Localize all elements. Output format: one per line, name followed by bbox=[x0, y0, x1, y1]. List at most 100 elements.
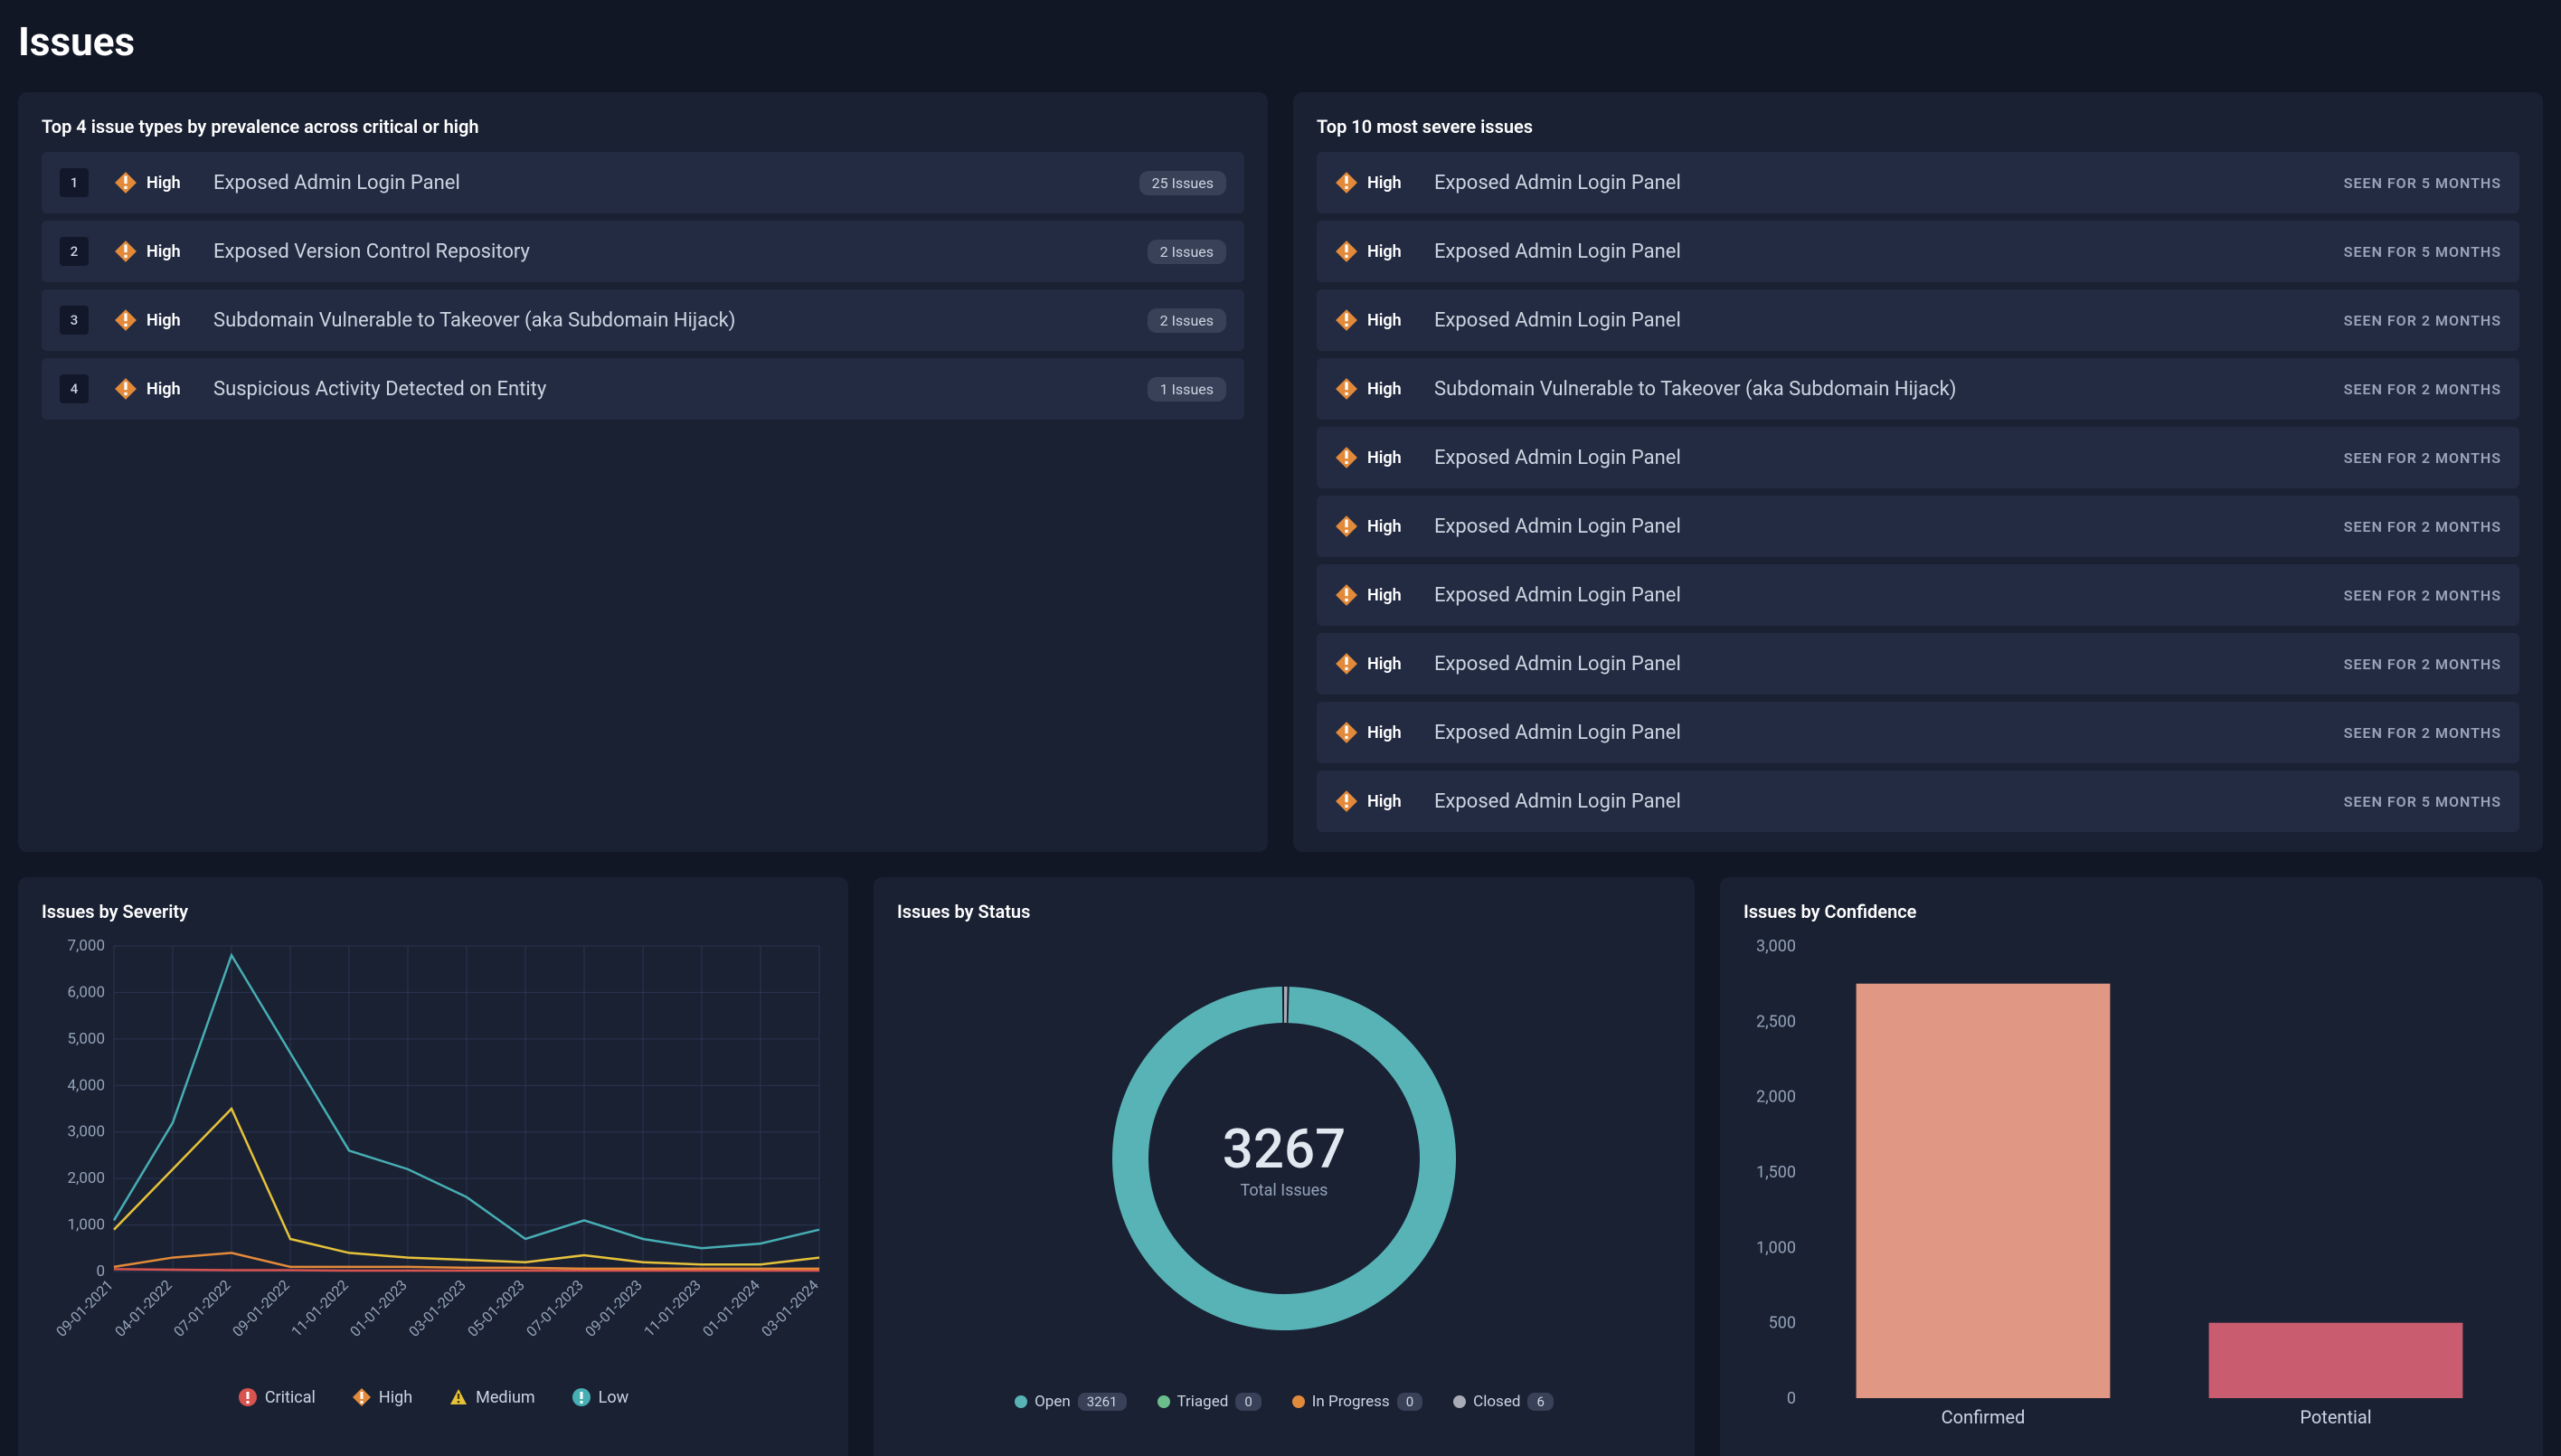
svg-text:09-01-2022: 09-01-2022 bbox=[229, 1276, 293, 1340]
severe-issue-row[interactable]: High Exposed Admin Login Panel SEEN FOR … bbox=[1317, 771, 2519, 832]
svg-text:07-01-2022: 07-01-2022 bbox=[170, 1276, 234, 1340]
high-icon bbox=[1335, 789, 1358, 813]
high-icon bbox=[352, 1387, 372, 1407]
rank-badge: 1 bbox=[60, 168, 89, 197]
severe-issue-name: Exposed Admin Login Panel bbox=[1434, 447, 2344, 469]
legend-low[interactable]: Low bbox=[572, 1387, 629, 1407]
seen-for-label: SEEN FOR 2 MONTHS bbox=[2344, 587, 2501, 604]
issue-count-badge: 2 Issues bbox=[1148, 240, 1226, 264]
svg-text:03-01-2023: 03-01-2023 bbox=[405, 1276, 469, 1340]
svg-text:5,000: 5,000 bbox=[67, 1030, 105, 1048]
legend-high[interactable]: High bbox=[352, 1387, 412, 1407]
severity-label: High bbox=[1367, 311, 1413, 330]
issues-by-confidence-title: Issues by Confidence bbox=[1744, 901, 2519, 922]
severe-issue-name: Exposed Admin Login Panel bbox=[1434, 309, 2344, 332]
svg-text:1,000: 1,000 bbox=[1756, 1238, 1796, 1257]
issues-by-severity-title: Issues by Severity bbox=[42, 901, 825, 922]
high-icon bbox=[114, 240, 137, 263]
severity-label: High bbox=[146, 242, 192, 261]
svg-text:2,500: 2,500 bbox=[1756, 1012, 1796, 1031]
issue-type-name: Subdomain Vulnerable to Takeover (aka Su… bbox=[213, 309, 1148, 332]
severe-issue-row[interactable]: High Subdomain Vulnerable to Takeover (a… bbox=[1317, 358, 2519, 420]
svg-text:09-01-2023: 09-01-2023 bbox=[581, 1276, 646, 1340]
svg-text:2,000: 2,000 bbox=[1756, 1088, 1796, 1107]
severity-label: High bbox=[1367, 174, 1413, 193]
seen-for-label: SEEN FOR 2 MONTHS bbox=[2344, 518, 2501, 535]
issue-type-name: Exposed Admin Login Panel bbox=[213, 172, 1139, 194]
severe-issue-row[interactable]: High Exposed Admin Login Panel SEEN FOR … bbox=[1317, 221, 2519, 282]
svg-text:1,500: 1,500 bbox=[1756, 1163, 1796, 1182]
svg-text:11-01-2022: 11-01-2022 bbox=[288, 1276, 352, 1340]
high-icon bbox=[1335, 377, 1358, 401]
legend-dot bbox=[1292, 1395, 1305, 1408]
severity-line-chart: 01,0002,0003,0004,0005,0006,0007,00009-0… bbox=[42, 937, 828, 1371]
severe-issue-name: Exposed Admin Login Panel bbox=[1434, 722, 2344, 744]
severe-issue-row[interactable]: High Exposed Admin Login Panel SEEN FOR … bbox=[1317, 427, 2519, 488]
severe-issue-row[interactable]: High Exposed Admin Login Panel SEEN FOR … bbox=[1317, 289, 2519, 351]
severe-issue-row[interactable]: High Exposed Admin Login Panel SEEN FOR … bbox=[1317, 633, 2519, 695]
svg-text:11-01-2023: 11-01-2023 bbox=[640, 1276, 704, 1340]
severe-issue-row[interactable]: High Exposed Admin Login Panel SEEN FOR … bbox=[1317, 152, 2519, 213]
legend-label: Triaged bbox=[1177, 1393, 1229, 1411]
legend-label: Closed bbox=[1473, 1393, 1520, 1411]
status-legend-item[interactable]: In Progress 0 bbox=[1292, 1393, 1422, 1411]
high-icon bbox=[1335, 308, 1358, 332]
legend-label: Open bbox=[1035, 1393, 1071, 1411]
severe-issue-row[interactable]: High Exposed Admin Login Panel SEEN FOR … bbox=[1317, 496, 2519, 557]
severity-label: High bbox=[146, 380, 192, 399]
high-icon bbox=[114, 377, 137, 401]
severe-issue-row[interactable]: High Exposed Admin Login Panel SEEN FOR … bbox=[1317, 564, 2519, 626]
top-severe-panel: Top 10 most severe issues High Exposed A… bbox=[1293, 92, 2543, 852]
severe-issue-name: Exposed Admin Login Panel bbox=[1434, 584, 2344, 607]
issue-type-name: Suspicious Activity Detected on Entity bbox=[213, 378, 1148, 401]
severity-label: High bbox=[1367, 723, 1413, 742]
legend-dot bbox=[1158, 1395, 1170, 1408]
seen-for-label: SEEN FOR 2 MONTHS bbox=[2344, 449, 2501, 467]
svg-text:01-01-2023: 01-01-2023 bbox=[346, 1276, 411, 1340]
legend-label: In Progress bbox=[1312, 1393, 1390, 1411]
svg-text:3,000: 3,000 bbox=[67, 1123, 105, 1141]
high-icon bbox=[1335, 652, 1358, 676]
svg-text:500: 500 bbox=[1769, 1314, 1796, 1333]
svg-text:Potential: Potential bbox=[2300, 1406, 2371, 1428]
issue-type-row[interactable]: 1 High Exposed Admin Login Panel 25 Issu… bbox=[42, 152, 1244, 213]
status-legend-item[interactable]: Closed 6 bbox=[1453, 1393, 1554, 1411]
svg-text:04-01-2022: 04-01-2022 bbox=[111, 1276, 175, 1340]
status-legend-item[interactable]: Triaged 0 bbox=[1158, 1393, 1262, 1411]
critical-icon bbox=[238, 1387, 258, 1407]
status-legend: Open 3261 Triaged 0 In Progress 0 Closed… bbox=[897, 1393, 1671, 1411]
severe-issue-name: Exposed Admin Login Panel bbox=[1434, 653, 2344, 676]
high-icon bbox=[1335, 721, 1358, 744]
severity-label: High bbox=[1367, 655, 1413, 674]
high-icon bbox=[1335, 583, 1358, 607]
severity-label: High bbox=[1367, 449, 1413, 468]
high-icon bbox=[114, 308, 137, 332]
issue-type-row[interactable]: 2 High Exposed Version Control Repositor… bbox=[42, 221, 1244, 282]
issue-type-row[interactable]: 4 High Suspicious Activity Detected on E… bbox=[42, 358, 1244, 420]
high-icon bbox=[1335, 515, 1358, 538]
top-severe-title: Top 10 most severe issues bbox=[1317, 116, 2519, 137]
rank-badge: 3 bbox=[60, 306, 89, 335]
severity-label: High bbox=[1367, 586, 1413, 605]
legend-critical[interactable]: Critical bbox=[238, 1387, 316, 1407]
issues-by-status-panel: Issues by Status 3267 Total Issues Open … bbox=[874, 877, 1695, 1456]
svg-text:05-01-2023: 05-01-2023 bbox=[464, 1276, 528, 1340]
legend-medium[interactable]: Medium bbox=[449, 1387, 535, 1407]
issue-type-row[interactable]: 3 High Subdomain Vulnerable to Takeover … bbox=[42, 289, 1244, 351]
legend-count: 6 bbox=[1527, 1393, 1553, 1411]
issues-by-confidence-panel: Issues by Confidence 0 500 1,000 1,500 2,000… bbox=[1720, 877, 2543, 1456]
seen-for-label: SEEN FOR 5 MONTHS bbox=[2344, 175, 2501, 192]
svg-text:0: 0 bbox=[1787, 1389, 1796, 1408]
legend-dot bbox=[1453, 1395, 1466, 1408]
high-icon bbox=[114, 171, 137, 194]
legend-dot bbox=[1015, 1395, 1027, 1408]
svg-text:7,000: 7,000 bbox=[67, 937, 105, 955]
confidence-bar-chart: 05001,0001,5002,0002,5003,000ConfirmedPo… bbox=[1744, 937, 2521, 1443]
seen-for-label: SEEN FOR 2 MONTHS bbox=[2344, 724, 2501, 742]
status-legend-item[interactable]: Open 3261 bbox=[1015, 1393, 1126, 1411]
high-icon bbox=[1335, 446, 1358, 469]
svg-text:07-01-2023: 07-01-2023 bbox=[523, 1276, 587, 1340]
issue-count-badge: 2 Issues bbox=[1148, 308, 1226, 333]
severe-issue-row[interactable]: High Exposed Admin Login Panel SEEN FOR … bbox=[1317, 702, 2519, 763]
top-issue-types-title: Top 4 issue types by prevalence across c… bbox=[42, 116, 1244, 137]
